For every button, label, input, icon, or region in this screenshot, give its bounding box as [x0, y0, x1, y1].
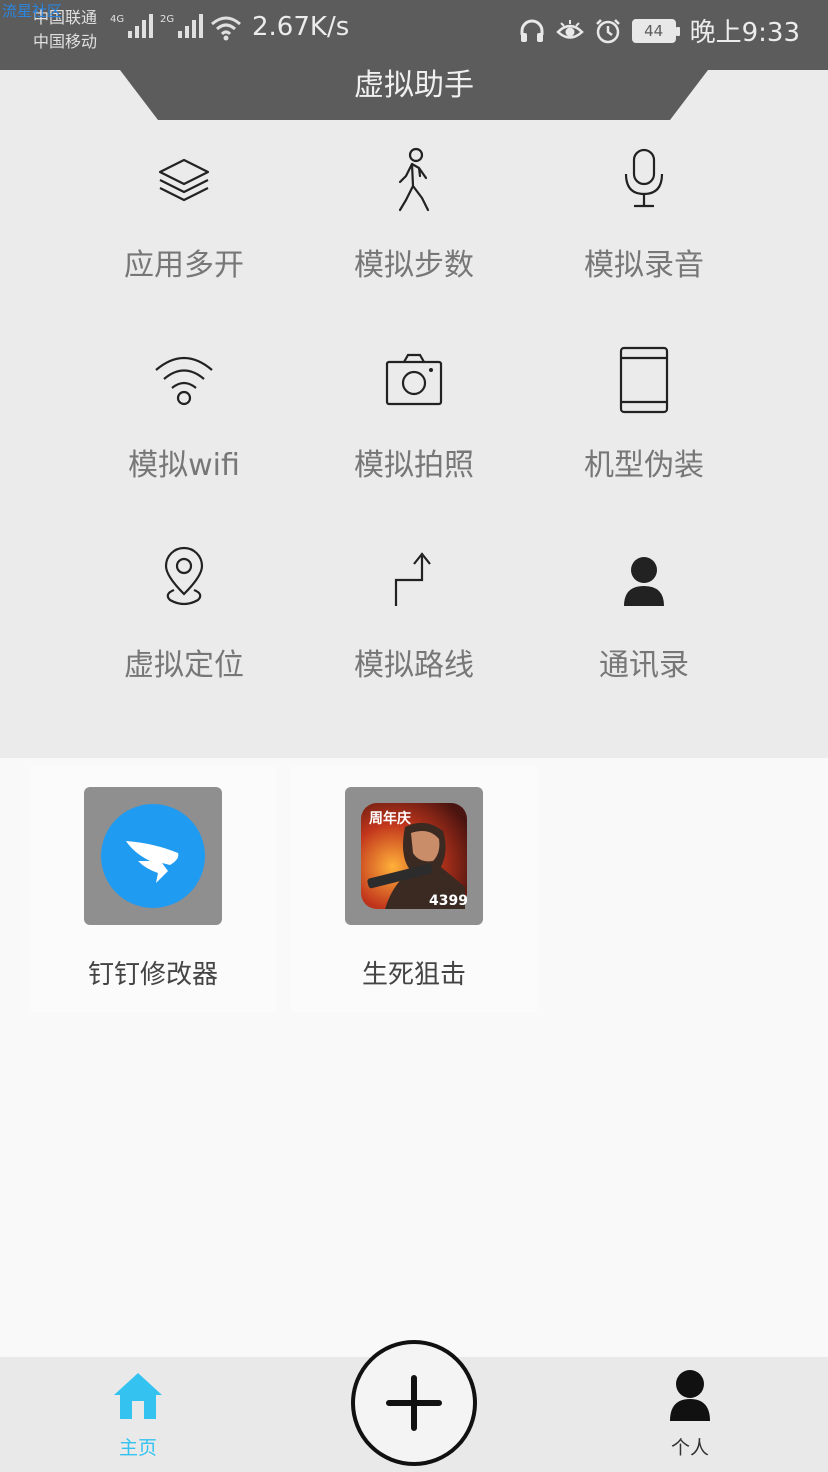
page-title: 虚拟助手	[354, 68, 474, 103]
tool-contacts[interactable]: 通讯录	[529, 546, 759, 716]
signal-strength-1-icon: 4G	[110, 14, 154, 38]
tool-label: 模拟路线	[354, 648, 474, 683]
layers-icon	[158, 158, 210, 202]
status-right-group: 44 晚上9:33	[518, 12, 800, 49]
tool-step-count[interactable]: 模拟步数	[299, 146, 529, 316]
tool-label: 通讯录	[599, 648, 689, 683]
nav-home[interactable]: 主页	[58, 1357, 218, 1472]
tool-label: 模拟拍照	[354, 448, 474, 483]
wifi-status-icon	[211, 16, 241, 41]
net-speed: 2.67K/s	[252, 12, 350, 42]
route-arrow-icon	[394, 552, 431, 606]
nav-home-label: 主页	[118, 1437, 157, 1459]
signal-strength-2-icon: 2G	[160, 14, 204, 38]
profile-person-icon	[670, 1370, 710, 1421]
tool-camera[interactable]: 模拟拍照	[299, 346, 529, 516]
microphone-icon	[624, 148, 664, 208]
plus-icon	[386, 1375, 442, 1431]
status-bar: 流星社区 中国联通 中国移动 4G 2G 2.67K/s 44 晚上9:33	[0, 0, 828, 70]
signal-1-tag: 4G	[110, 14, 125, 25]
tool-label: 模拟步数	[354, 248, 474, 283]
phone-icon	[619, 346, 669, 414]
nav-profile-label: 个人	[670, 1437, 709, 1459]
watermark-text: 流星社区	[2, 2, 63, 20]
tool-label: 模拟wifi	[128, 448, 240, 483]
battery-level: 44	[644, 21, 664, 40]
title-tab: 虚拟助手	[120, 70, 708, 122]
carrier-2: 中国移动	[33, 32, 98, 51]
nav-profile[interactable]: 个人	[610, 1357, 770, 1472]
app-icon-tile: 周年庆 4399	[345, 787, 483, 925]
camera-icon	[385, 353, 443, 406]
add-app-button[interactable]	[351, 1340, 477, 1466]
walking-icon	[398, 147, 430, 212]
contact-person-icon	[624, 557, 664, 606]
tool-location[interactable]: 虚拟定位	[69, 546, 299, 716]
app-name: 生死狙击	[361, 960, 466, 990]
eye-icon	[555, 19, 584, 39]
alarm-icon	[595, 18, 620, 43]
tool-multi-open[interactable]: 应用多开	[69, 146, 299, 316]
home-icon	[114, 1373, 162, 1419]
clock: 晚上9:33	[689, 18, 800, 48]
tool-label: 模拟录音	[584, 248, 704, 283]
app-card-dingtalk[interactable]: 钉钉修改器	[30, 766, 276, 1012]
app-card-game[interactable]: 周年庆 4399 生死狙击	[291, 766, 537, 1012]
tool-record[interactable]: 模拟录音	[529, 146, 759, 316]
game-icon: 周年庆 4399	[361, 803, 468, 909]
wifi-icon	[155, 357, 213, 406]
tool-label: 机型伪装	[584, 448, 704, 483]
app-icon-tile	[84, 787, 222, 925]
app-name: 钉钉修改器	[87, 960, 218, 990]
game-publisher-badge: 4399	[429, 893, 468, 909]
battery-indicator: 44	[631, 18, 680, 43]
signal-2-tag: 2G	[160, 14, 175, 25]
game-anniversary-badge: 周年庆	[369, 810, 411, 827]
tool-route[interactable]: 模拟路线	[299, 546, 529, 716]
tool-label: 应用多开	[124, 248, 244, 283]
tool-wifi[interactable]: 模拟wifi	[69, 346, 299, 516]
dingtalk-icon	[101, 804, 205, 908]
headphones-icon	[520, 19, 544, 42]
tool-device-disguise[interactable]: 机型伪装	[529, 346, 759, 516]
tool-label: 虚拟定位	[124, 648, 244, 683]
location-pin-icon	[164, 546, 204, 606]
